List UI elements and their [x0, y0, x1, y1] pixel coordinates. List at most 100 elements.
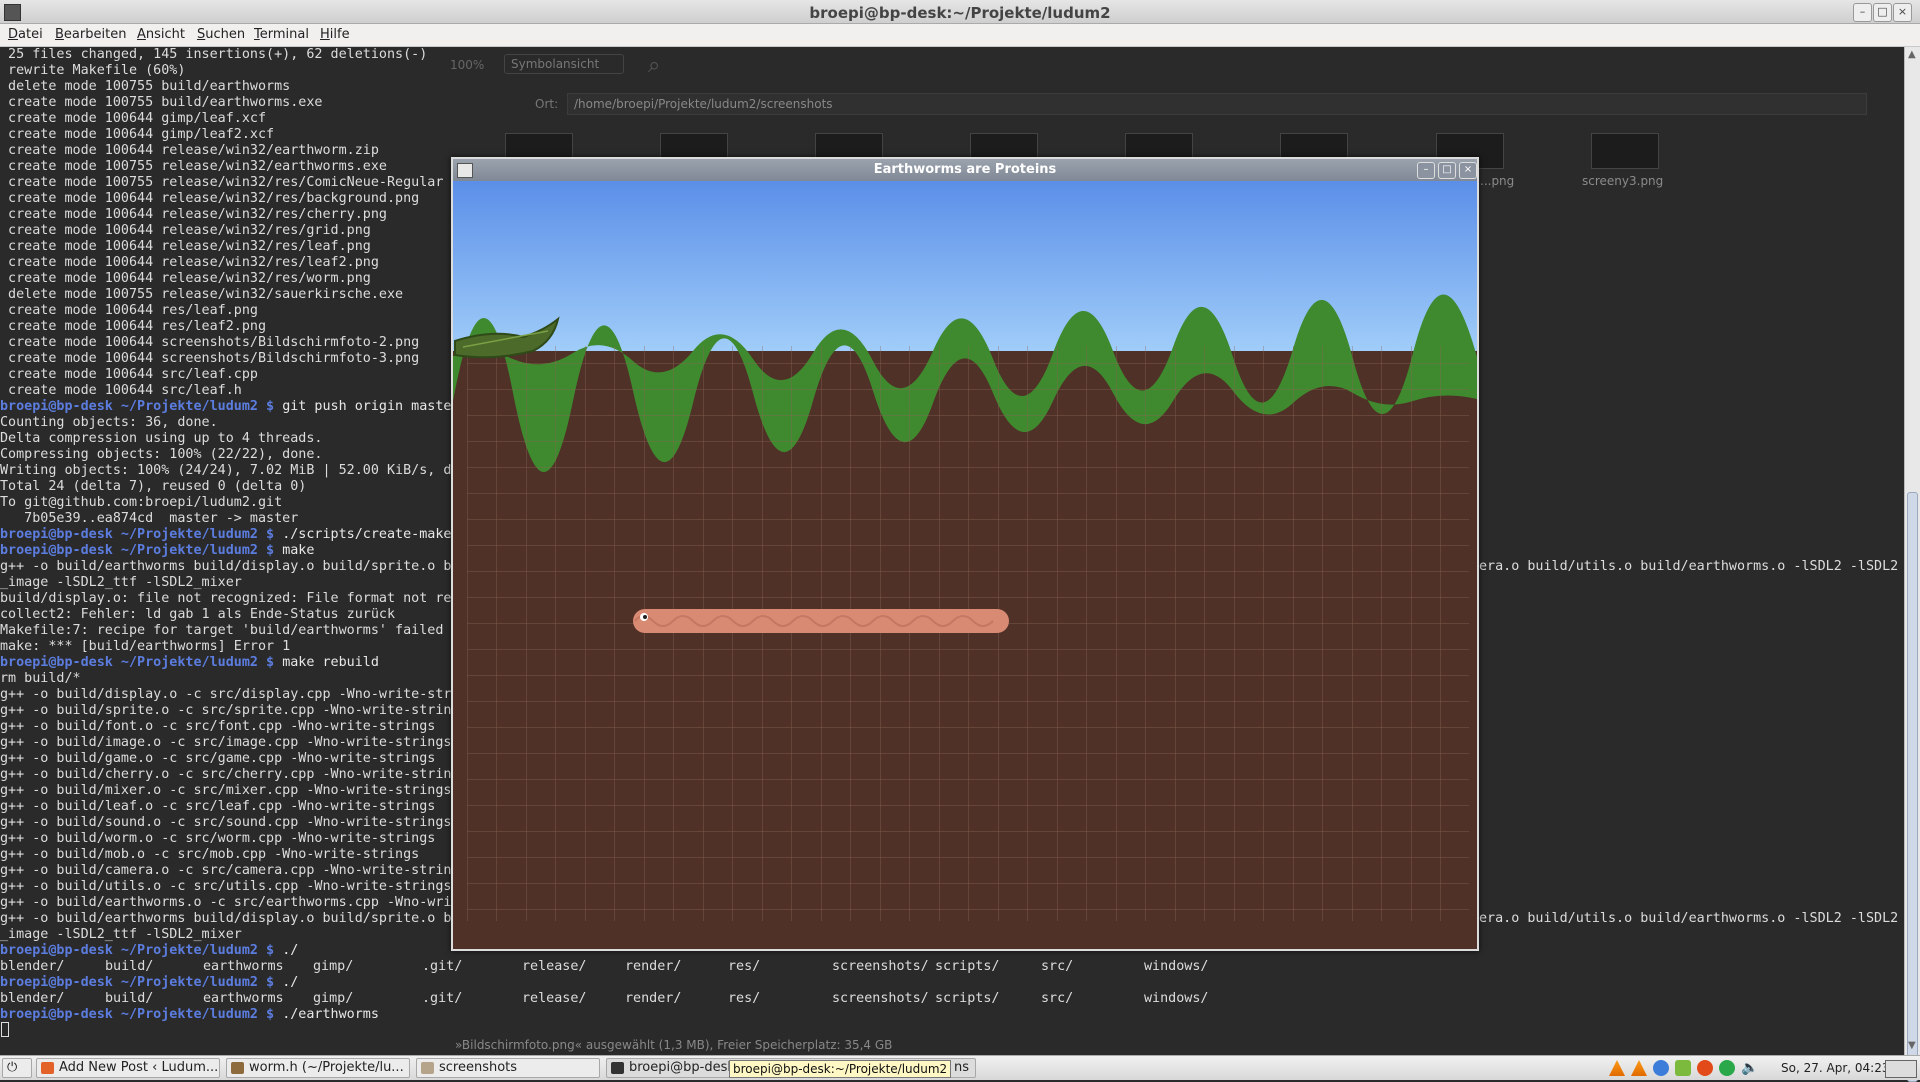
prompt-path: ~/Projekte/ludum2 $: [112, 655, 283, 670]
ls-item: res/: [728, 991, 761, 1006]
prompt-path: ~/Projekte/ludum2 $: [112, 975, 283, 990]
terminal-line: g++ -o build/leaf.o -c src/leaf.cpp -Wno…: [0, 799, 436, 814]
window-titlebar[interactable]: broepi@bp-desk:~/Projekte/ludum2 – □ ×: [0, 0, 1920, 24]
terminal-line: Counting objects: 36, done.: [0, 415, 218, 430]
terminal-command-line: broepi@bp-desk ~/Projekte/ludum2 $ ./ear…: [0, 1007, 452, 1023]
taskbar-item-label-tail: ns: [954, 1060, 970, 1075]
prompt-path: ~/Projekte/ludum2 $: [112, 943, 283, 958]
terminal-line: create mode 100644 release/win32/earthwo…: [0, 143, 379, 158]
menu-datei[interactable]: Datei: [8, 27, 43, 42]
prompt-user: broepi@bp-desk: [0, 543, 113, 558]
workspace-switcher[interactable]: [1885, 1060, 1917, 1078]
prompt-user: broepi@bp-desk: [0, 399, 113, 414]
command-text: make: [282, 543, 315, 558]
terminal-line: create mode 100644 res/leaf2.png: [0, 319, 267, 334]
game-titlebar[interactable]: Earthworms are Proteins – □ ×: [453, 159, 1477, 181]
prompt-user: broepi@bp-desk: [0, 975, 113, 990]
taskbar-item-label: screenshots: [439, 1060, 518, 1075]
terminal-line: g++ -o build/worm.o -c src/worm.cpp -Wno…: [0, 831, 436, 846]
menu-terminal[interactable]: Terminal: [254, 27, 309, 42]
terminal-line: 7b05e39..ea874cd master -> master: [0, 511, 299, 526]
terminal-command-line: broepi@bp-desk ~/Projekte/ludum2 $ make: [0, 543, 452, 559]
view-mode-select[interactable]: Symbolansicht: [504, 54, 624, 74]
taskbar-item[interactable]: screenshots: [416, 1058, 600, 1078]
volume-icon[interactable]: 🔈: [1741, 1060, 1758, 1076]
minimize-button[interactable]: –: [1853, 3, 1872, 22]
update-icon[interactable]: [1675, 1060, 1691, 1076]
terminal-line: create mode 100644 gimp/leaf.xcf: [0, 111, 267, 126]
ls-item: release/: [522, 959, 587, 974]
scrollbar-thumb[interactable]: [1907, 492, 1918, 1082]
terminal-line: Delta compression using up to 4 threads.: [0, 431, 323, 446]
network-icon[interactable]: [1719, 1060, 1735, 1076]
taskbar-item-label: worm.h (~/Projekte/lu...: [249, 1060, 404, 1075]
folder-icon: [421, 1062, 434, 1074]
menu-ansicht[interactable]: Ansicht: [137, 27, 185, 42]
terminal-line: g++ -o build/font.o -c src/font.cpp -Wno…: [0, 719, 436, 734]
terminal-line: g++ -o build/earthworms.o -c src/earthwo…: [0, 895, 452, 910]
terminal-line: g++ -o build/utils.o -c src/utils.cpp -W…: [0, 879, 452, 894]
ls-item: screenshots/: [832, 991, 929, 1006]
game-window-icon[interactable]: [457, 163, 473, 178]
ls-item: build/: [105, 959, 154, 974]
terminal-line: g++ -o build/cherry.o -c src/cherry.cpp …: [0, 767, 452, 782]
terminal-command-line: broepi@bp-desk ~/Projekte/ludum2 $ ./: [0, 975, 452, 991]
ls-item: src/: [1041, 959, 1074, 974]
location-label: Ort:: [535, 97, 559, 111]
terminal-line: _image -lSDL2_ttf -lSDL2_mixer: [0, 575, 242, 590]
terminal-command-line: broepi@bp-desk ~/Projekte/ludum2 $ make …: [0, 655, 452, 671]
terminal-line: create mode 100755 release/win32/res/Com…: [0, 175, 444, 190]
close-button[interactable]: ×: [1893, 3, 1912, 22]
location-path-field[interactable]: /home/broepi/Projekte/ludum2/screenshots: [567, 93, 1867, 115]
taskbar-item-label: Add New Post ‹ Ludum...: [59, 1060, 219, 1075]
ls-item: earthworms: [203, 991, 284, 1006]
terminal-line: create mode 100755 release/win32/earthwo…: [0, 159, 387, 174]
terminal-line: create mode 100644 release/win32/res/bac…: [0, 191, 420, 206]
menu-bearbeiten[interactable]: Bearbeiten: [55, 27, 126, 42]
start-menu-icon[interactable]: ⏻: [2, 1058, 32, 1078]
ls-item: .git/: [422, 991, 463, 1006]
filemanager-toolbar: 100% Symbolansicht ⌕: [450, 50, 750, 80]
menu-suchen[interactable]: Suchen: [197, 27, 245, 42]
bluetooth-icon[interactable]: [1653, 1060, 1669, 1076]
menu-hilfe[interactable]: Hilfe: [320, 27, 350, 42]
taskbar-item[interactable]: worm.h (~/Projekte/lu...: [226, 1058, 410, 1078]
terminal-line: 25 files changed, 145 insertions(+), 62 …: [0, 47, 428, 62]
terminal-scrollbar[interactable]: ▲ ▼: [1904, 47, 1920, 1082]
ls-item: windows/: [1144, 991, 1209, 1006]
game-canvas[interactable]: [453, 181, 1477, 949]
terminal-line: collect2: Fehler: ld gab 1 als Ende-Stat…: [0, 607, 396, 622]
terminal-line: g++ -o build/earthworms build/display.o …: [0, 911, 452, 926]
terminal-output: 25 files changed, 145 insertions(+), 62 …: [0, 47, 452, 1023]
window-title: broepi@bp-desk:~/Projekte/ludum2: [809, 4, 1111, 22]
ls-item: earthworms: [203, 959, 284, 974]
browser-icon: [41, 1062, 54, 1074]
ls-item: build/: [105, 991, 154, 1006]
app-tray-icon[interactable]: [1697, 1060, 1713, 1076]
taskbar: ⏻ Add New Post ‹ Ludum... worm.h (~/Proj…: [0, 1055, 1920, 1080]
terminal-overflow-text: era.o build/utils.o build/earthworms.o -…: [1479, 559, 1899, 574]
scroll-down-icon[interactable]: ▼: [1908, 1040, 1916, 1051]
terminal-line: create mode 100644 src/leaf.cpp: [0, 367, 258, 382]
prompt-user: broepi@bp-desk: [0, 1007, 113, 1022]
scroll-up-icon[interactable]: ▲: [1908, 49, 1916, 60]
terminal-line: g++ -o build/sound.o -c src/sound.cpp -W…: [0, 815, 452, 830]
clock[interactable]: So, 27. Apr, 04:23: [1781, 1061, 1889, 1075]
prompt-user: broepi@bp-desk: [0, 655, 113, 670]
terminal-command-line: broepi@bp-desk ~/Projekte/ludum2 $ git p…: [0, 399, 452, 415]
game-minimize-button[interactable]: –: [1417, 162, 1435, 179]
terminal-line: create mode 100644 screenshots/Bildschir…: [0, 335, 420, 350]
terminal-line: create mode 100644 gimp/leaf2.xcf: [0, 127, 275, 142]
ls-item: release/: [522, 991, 587, 1006]
terminal-line: g++ -o build/display.o -c src/display.cp…: [0, 687, 452, 702]
game-window[interactable]: Earthworms are Proteins – □ ×: [451, 157, 1479, 951]
taskbar-item[interactable]: Add New Post ‹ Ludum...: [36, 1058, 220, 1078]
maximize-button[interactable]: □: [1873, 3, 1892, 22]
game-maximize-button[interactable]: □: [1438, 162, 1456, 179]
game-close-button[interactable]: ×: [1459, 162, 1477, 179]
command-text: ./scripts/create-make: [282, 527, 452, 542]
file-thumbnail[interactable]: [1591, 133, 1659, 169]
ls-item: windows/: [1144, 959, 1209, 974]
terminal-line: g++ -o build/game.o -c src/game.cpp -Wno…: [0, 751, 436, 766]
search-icon[interactable]: ⌕: [648, 53, 660, 78]
